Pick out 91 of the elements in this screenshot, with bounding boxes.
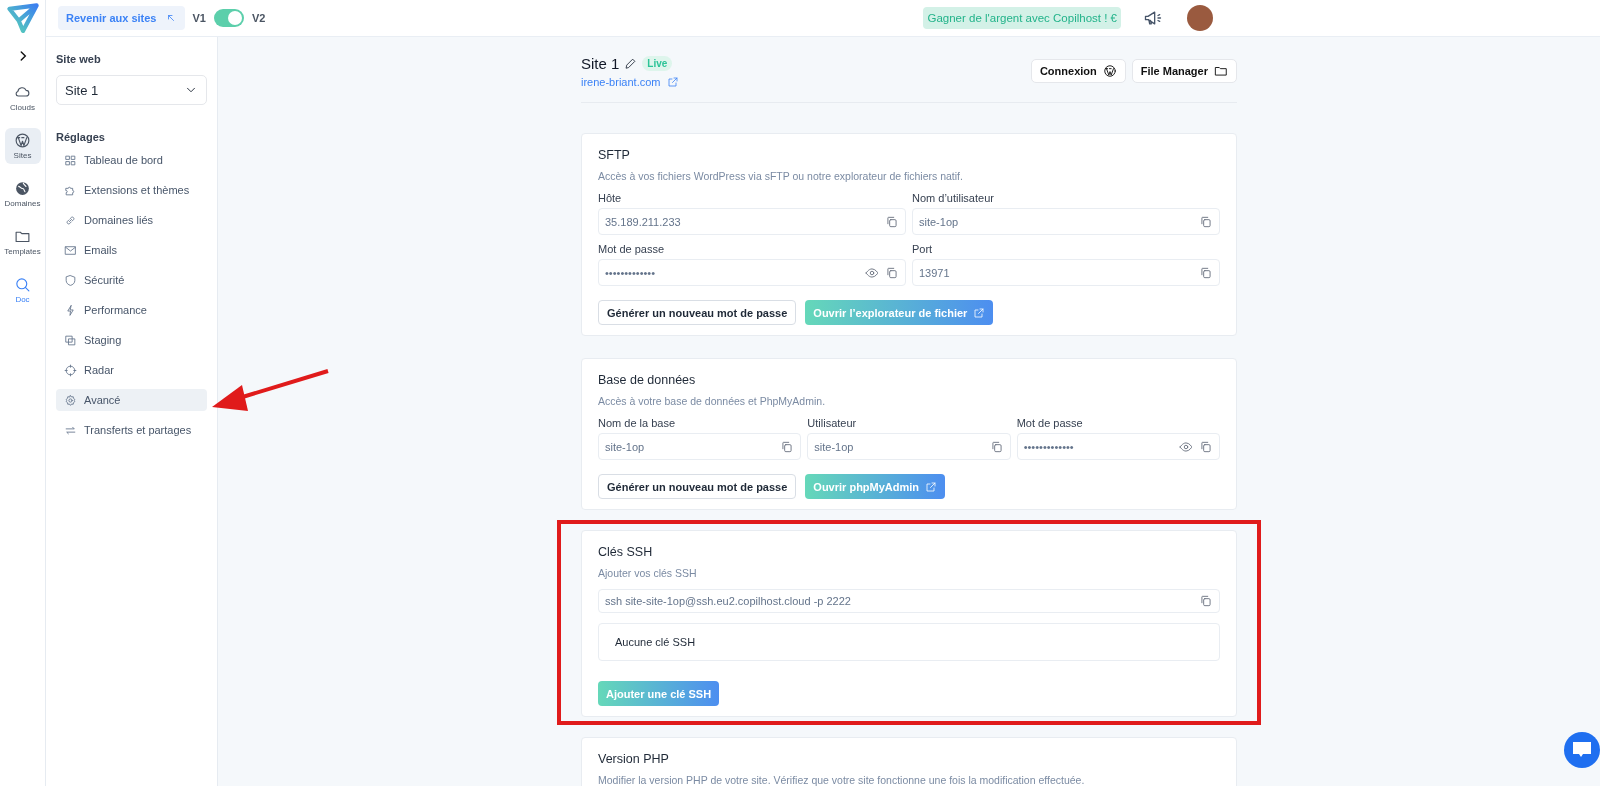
sidebar-label: Site web bbox=[56, 53, 102, 65]
logo-icon[interactable] bbox=[5, 2, 40, 36]
copy-icon[interactable] bbox=[1199, 439, 1213, 454]
copy-icon[interactable] bbox=[885, 265, 899, 280]
sidebar-item[interactable]: Avancé bbox=[56, 389, 207, 411]
select-value: Site 1 bbox=[65, 82, 99, 98]
field-value: 13971 bbox=[919, 266, 950, 279]
field-value: ••••••••••••• bbox=[605, 266, 656, 279]
site-title: Site 1 bbox=[581, 55, 620, 72]
field-label: Hôte bbox=[598, 192, 623, 204]
empty-state-text: Aucune clé SSH bbox=[615, 636, 696, 648]
field-value: site-1op bbox=[919, 215, 959, 228]
field-value: 35.189.211.233 bbox=[605, 215, 681, 228]
sidebar-item[interactable]: Staging bbox=[56, 329, 207, 351]
grid-icon bbox=[64, 153, 77, 167]
field-label: Utilisateur bbox=[807, 417, 858, 429]
sidebar-item[interactable]: Emails bbox=[56, 239, 207, 261]
field-label: Mot de passe bbox=[598, 243, 666, 255]
section-title: Clés SSH bbox=[598, 545, 654, 559]
status-badge: Live bbox=[642, 56, 673, 71]
section-description: Accès à votre base de données et PhpMyAdmin. bbox=[598, 395, 827, 407]
site-url-link[interactable]: irene-briant.com bbox=[581, 76, 680, 88]
sidebar-item[interactable]: Transferts et partages bbox=[56, 419, 207, 441]
field-label: Mot de passe bbox=[1016, 417, 1084, 429]
input-field[interactable]: ••••••••••••• bbox=[598, 259, 906, 286]
wordpress-icon bbox=[1102, 64, 1117, 78]
header-button[interactable]: Connexion bbox=[1030, 59, 1126, 83]
shield-icon bbox=[64, 273, 77, 287]
site-select[interactable]: Site 1 bbox=[56, 75, 207, 105]
envelope-icon bbox=[64, 243, 77, 257]
external-link-icon bbox=[925, 480, 938, 493]
sidebar-item[interactable]: Domaines liés bbox=[56, 209, 207, 231]
sidebar-item[interactable]: Sécurité bbox=[56, 269, 207, 291]
version-label: V1 bbox=[192, 12, 206, 24]
wordpress-icon bbox=[14, 132, 31, 149]
version-label: V2 bbox=[251, 12, 266, 24]
copy-icon[interactable] bbox=[885, 214, 899, 229]
globe-icon bbox=[14, 180, 31, 197]
lightning-icon bbox=[64, 303, 77, 317]
crosshair-icon bbox=[64, 363, 77, 377]
rail-nav-item[interactable]: Doc bbox=[4, 272, 41, 308]
input-field[interactable]: site-1op bbox=[807, 433, 1011, 460]
input-field[interactable]: site-1op bbox=[912, 208, 1220, 235]
rail-nav-item[interactable]: Clouds bbox=[4, 80, 41, 116]
section-title: SFTP bbox=[598, 148, 631, 162]
sidebar-item[interactable]: Radar bbox=[56, 359, 207, 381]
pencil-icon[interactable] bbox=[624, 57, 638, 70]
input-field[interactable]: ••••••••••••• bbox=[1016, 433, 1220, 460]
input-field[interactable]: 35.189.211.233 bbox=[598, 208, 906, 235]
section-description: Ajouter vos clés SSH bbox=[598, 567, 698, 579]
folder-icon bbox=[1214, 64, 1228, 78]
section-title: Base de données bbox=[598, 373, 697, 387]
search-icon bbox=[14, 276, 31, 293]
copy-icon[interactable] bbox=[1199, 594, 1213, 608]
copy-icon[interactable] bbox=[780, 439, 795, 454]
field-label: Nom d’utilisateur bbox=[912, 192, 995, 204]
section-description: Accès à vos fichiers WordPress via sFTP ou notre explorateur de fichiers natif. bbox=[598, 170, 964, 182]
action-button[interactable]: Générer un nouveau mot de passe bbox=[598, 474, 797, 499]
chat-button[interactable] bbox=[1564, 732, 1600, 768]
field-value: site-1op bbox=[814, 440, 854, 453]
copy-icon[interactable] bbox=[1199, 265, 1213, 280]
link-icon bbox=[64, 213, 77, 227]
external-link-icon bbox=[973, 306, 986, 319]
section-description: Modifier la version PHP de votre site. Vérifiez que votre site fonctionne une fois la modification effectuée. bbox=[598, 774, 1086, 786]
input-field[interactable]: site-1op bbox=[598, 433, 802, 460]
avatar[interactable] bbox=[1187, 5, 1213, 31]
copy-icon[interactable] bbox=[989, 439, 1004, 454]
sidebar-item[interactable]: Extensions et thèmes bbox=[56, 179, 207, 201]
copy-icon[interactable] bbox=[1199, 214, 1213, 229]
input-field[interactable]: 13971 bbox=[912, 259, 1220, 286]
field-value: ••••••••••••• bbox=[1023, 440, 1074, 453]
action-button[interactable]: Générer un nouveau mot de passe bbox=[598, 300, 797, 325]
header-button[interactable]: File Manager bbox=[1131, 59, 1237, 83]
field-label: Nom de la base bbox=[598, 417, 677, 429]
gear-icon bbox=[64, 393, 77, 407]
sidebar-item[interactable]: Tableau de bord bbox=[56, 149, 207, 171]
eye-icon[interactable] bbox=[865, 265, 879, 280]
input-field[interactable]: ssh site-site-1op@ssh.eu2.copilhost.cloud -p 2222 bbox=[598, 589, 1220, 613]
field-value: site-1op bbox=[605, 440, 645, 453]
rail-nav-item[interactable]: Domaines bbox=[4, 176, 41, 212]
field-value: ssh site-site-1op@ssh.eu2.copilhost.cloud -p 2222 bbox=[605, 595, 851, 607]
rail-nav-item[interactable]: Templates bbox=[4, 224, 41, 260]
field-label: Port bbox=[912, 243, 934, 255]
eye-icon[interactable] bbox=[1179, 439, 1193, 454]
section-heading: Réglages bbox=[56, 131, 106, 143]
section-title: Version PHP bbox=[598, 752, 670, 766]
sidebar-item[interactable]: Performance bbox=[56, 299, 207, 321]
version-toggle[interactable] bbox=[213, 9, 244, 27]
rail-nav-item[interactable]: Sites bbox=[4, 128, 41, 164]
external-link-icon bbox=[667, 76, 680, 88]
squares-icon bbox=[64, 333, 77, 347]
